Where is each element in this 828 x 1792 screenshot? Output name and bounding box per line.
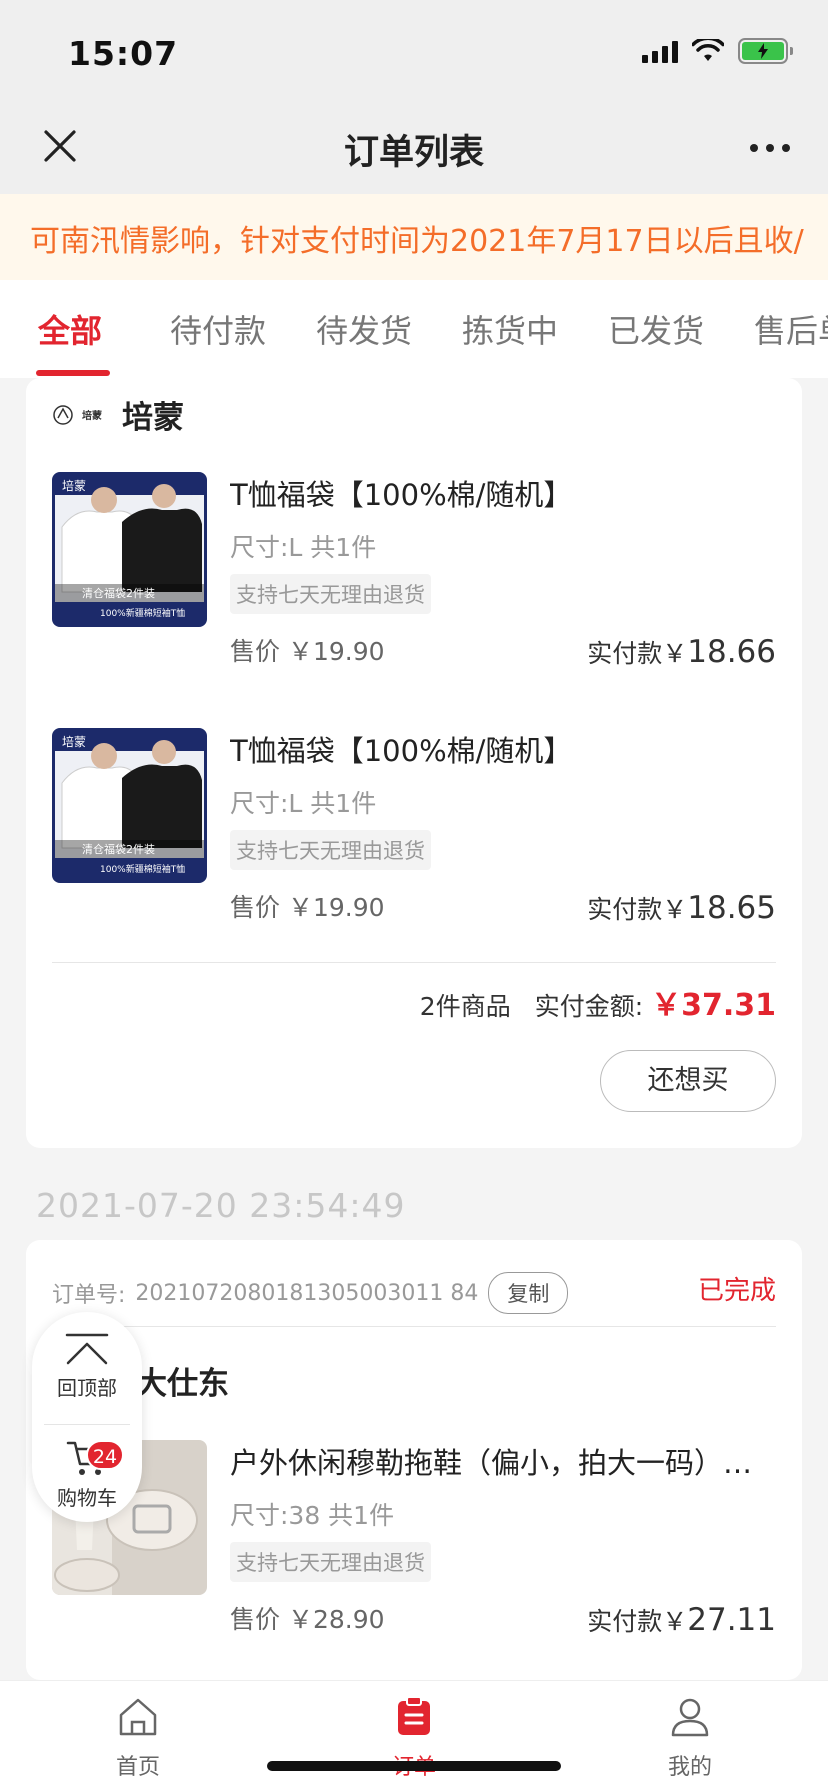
divider [52,962,776,963]
divider [44,1424,130,1425]
tab-pending-payment[interactable]: 待付款 [170,306,266,352]
order-number-label: 订单号: [52,1283,126,1308]
product-item[interactable]: 户外休闲穆勒拖鞋（偏小，拍大一码）… 尺寸:38 共1件 支持七天无理由退货 售… [52,1440,776,1670]
product-image: 培蒙 清仓福袋2件装 100%新疆棉短袖T恤 [52,728,207,883]
product-image-banner: 100%新疆棉短袖T恤 [100,609,186,619]
paid-value: 18.65 [687,890,776,926]
more-icon[interactable] [750,144,790,152]
product-spec: 尺寸:L 共1件 [230,789,377,818]
tab-shipped[interactable]: 已发货 [608,306,704,352]
cart-label: 购物车 [57,1486,117,1510]
order-card: 订单号: 2021072080181305003011 84 复制 已完成 大仕… [26,1240,802,1680]
product-image: 培蒙 清仓福袋2件装 100%新疆棉短袖T恤 [52,472,207,627]
status-time: 15:07 [68,34,179,73]
product-price: 售价 ￥19.90 [230,637,385,666]
return-policy-tag: 支持七天无理由退货 [230,574,431,614]
home-indicator [267,1761,561,1771]
order-status: 已完成 [697,1276,776,1306]
order-summary: 2件商品 实付金额: ￥37.31 [420,980,776,1024]
home-icon [119,1698,157,1736]
order-icon [398,1696,430,1735]
notice-text: 可南汛情影响，针对支付时间为2021年7月17日以后且收/ [30,224,804,259]
cart-count-badge: 24 [86,1440,124,1470]
shop-header[interactable]: 培蒙 培蒙 [52,392,184,437]
floating-shortcuts: 回顶部 购物车 24 [32,1312,142,1522]
page-title: 订单列表 [343,133,484,173]
product-paid: 实付款￥18.65 [587,890,776,926]
back-to-top-label: 回顶部 [57,1376,117,1400]
divider [52,1326,776,1327]
status-icons [642,38,793,64]
total-amount: ￥37.31 [651,988,776,1023]
arrow-up-icon [65,1333,109,1365]
product-image-caption: 清仓福袋2件装 [82,587,155,600]
paid-label: 实付款￥ [587,895,688,924]
product-spec: 尺寸:38 共1件 [230,1501,395,1530]
product-item[interactable]: 培蒙 清仓福袋2件装 100%新疆棉短袖T恤 T恤福袋【100%棉/随机】 尺寸… [52,728,776,958]
total-label: 实付金额: [534,992,644,1021]
product-image-caption: 清仓福袋2件装 [82,843,155,856]
shop-logo: 培蒙 [52,402,102,428]
product-price: 售价 ￥28.90 [230,1605,385,1634]
shop-logo-text: 培蒙 [82,411,102,422]
paid-label: 实付款￥ [587,1607,688,1636]
return-policy-tag: 支持七天无理由退货 [230,1542,431,1582]
nav-bar: 订单列表 [0,100,828,194]
buy-again-button[interactable]: 还想买 [600,1050,776,1112]
battery-icon [738,38,793,64]
svg-text:培蒙: 培蒙 [62,734,86,749]
tabbar-home-label: 首页 [115,1755,160,1780]
order-number-row: 订单号: 2021072080181305003011 84 复制 [52,1272,569,1314]
product-spec: 尺寸:L 共1件 [230,533,377,562]
shop-name: 大仕东 [136,1366,229,1402]
copy-button[interactable]: 复制 [488,1272,569,1314]
order-card: 培蒙 培蒙 培蒙 清仓福袋2件装 100%新疆棉短袖T恤 T恤福袋【100%棉/… [26,378,802,1148]
tabbar-home[interactable]: 首页 [78,1695,198,1781]
order-number: 2021072080181305003011 84 [135,1280,479,1306]
signal-icon [642,39,678,63]
order-date: 2021-07-20 23:54:49 [36,1186,406,1225]
product-paid: 实付款￥27.11 [587,1602,776,1638]
tab-picking[interactable]: 拣货中 [462,306,558,352]
back-to-top-button[interactable]: 回顶部 [32,1332,142,1401]
bottom-tab-bar: 首页 订单 我的 [0,1680,828,1792]
item-count: 2件商品 [419,992,511,1021]
tab-after-sales[interactable]: 售后单 [754,306,828,352]
shop-header[interactable]: 大仕东 [136,1358,229,1403]
product-title: 户外休闲穆勒拖鞋（偏小，拍大一码）… [230,1446,753,1480]
status-bar: 15:07 [0,0,828,100]
tab-pending-shipment[interactable]: 待发货 [316,306,412,352]
wifi-icon [692,39,724,61]
paid-value: 27.11 [687,1602,776,1638]
product-paid: 实付款￥18.66 [587,634,776,670]
paid-label: 实付款￥ [587,639,688,668]
product-image-banner: 100%新疆棉短袖T恤 [100,865,186,875]
notice-banner[interactable]: 可南汛情影响，针对支付时间为2021年7月17日以后且收/ [0,194,828,280]
shop-name: 培蒙 [122,400,184,436]
order-tabs: 全部 待付款 待发货 拣货中 已发货 售后单 [0,280,828,378]
user-icon [671,1698,709,1737]
product-title: T恤福袋【100%棉/随机】 [230,478,573,512]
product-title: T恤福袋【100%棉/随机】 [230,734,573,768]
tab-all[interactable]: 全部 [38,306,102,352]
tabbar-profile-label: 我的 [667,1755,712,1780]
tabbar-profile[interactable]: 我的 [630,1695,750,1781]
product-price: 售价 ￥19.90 [230,893,385,922]
tab-indicator [36,370,110,376]
svg-text:培蒙: 培蒙 [62,478,86,493]
product-item[interactable]: 培蒙 清仓福袋2件装 100%新疆棉短袖T恤 T恤福袋【100%棉/随机】 尺寸… [52,472,776,702]
paid-value: 18.66 [687,634,776,670]
return-policy-tag: 支持七天无理由退货 [230,830,431,870]
